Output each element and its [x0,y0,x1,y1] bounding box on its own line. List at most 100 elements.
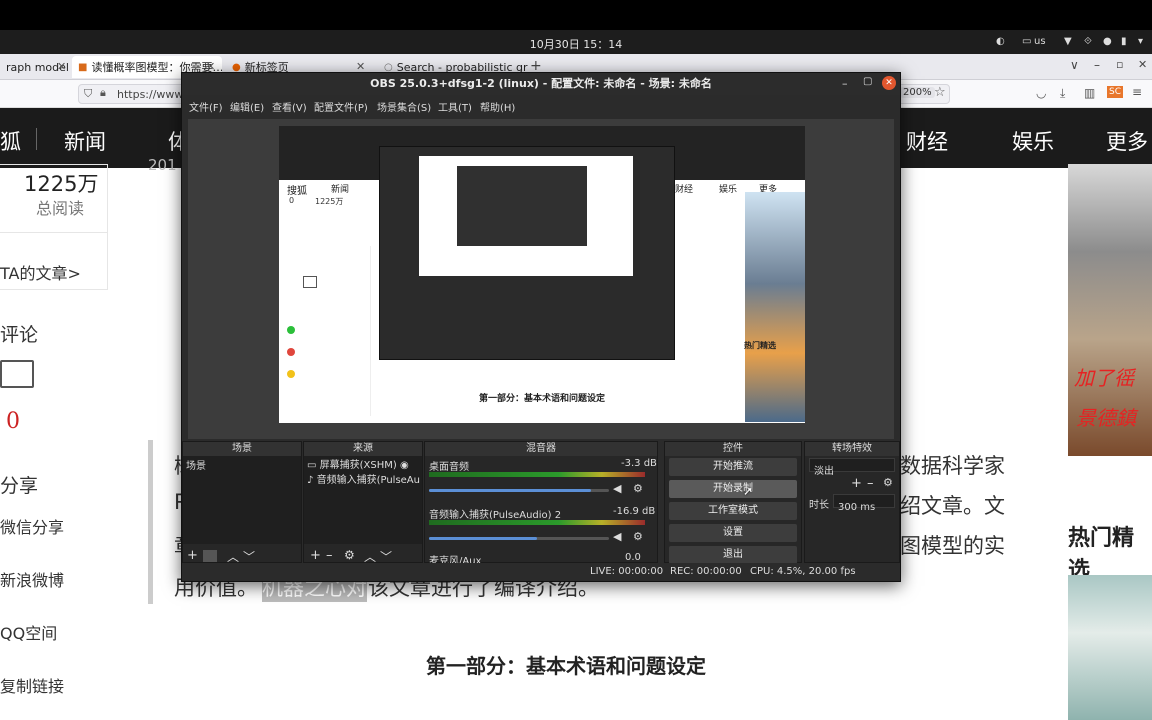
source-label: 屏幕捕获(XSHM) [319,460,397,471]
speaker-icon[interactable]: ◀︎ [613,482,621,495]
list-tabs-icon[interactable]: ∨ [1070,58,1079,72]
download-icon[interactable]: ⤓ [1060,86,1065,101]
quote-bar [148,440,153,604]
minimize-icon[interactable]: – [842,77,848,90]
menu-help[interactable]: 帮助(H) [480,99,515,114]
share-wechat[interactable]: 微信分享 [0,514,64,538]
keyboard-icon[interactable]: ▭ [1022,36,1031,47]
duration-input[interactable]: 300 ms [833,494,895,513]
close-icon[interactable]: ✕ [882,76,896,90]
add-transition-button[interactable]: + [851,476,862,491]
nested-nav-ent: 娱乐 [719,185,738,195]
cpu-status: CPU: 4.5%, 20.00 fps [750,566,856,577]
zoom-level[interactable]: 200% [900,87,935,98]
source-item[interactable]: ♪ 音频输入捕获(PulseAu [304,471,422,486]
nested-obs-inner [457,166,587,246]
transition-select[interactable]: 淡出 [809,458,895,477]
remove-transition-button[interactable]: – [867,476,874,491]
nested-weibo-icon [287,348,295,356]
source-label: 音频输入捕获(PulseAu [316,475,420,486]
system-top-bar [0,0,1152,30]
menu-profile[interactable]: 配置文件(P) [314,99,368,114]
add-scene-button[interactable]: + [187,548,198,563]
accessibility-icon[interactable]: ◐ [996,36,1005,47]
section-title: 第一部分：基本术语和问题设定 [426,654,706,678]
power-menu-icon[interactable]: ▾ [1138,36,1143,47]
add-source-button[interactable]: + [310,548,321,563]
obs-title-bar[interactable]: OBS 25.0.3+dfsg1-2 (linux) - 配置文件: 未命名 -… [182,73,900,95]
share-copy-link[interactable]: 复制链接 [0,673,64,697]
remove-source-button[interactable]: – [326,548,333,563]
volume-slider[interactable] [429,537,609,540]
system-clock[interactable]: 10月30日 15：14 [0,36,1152,52]
article-text: 图模型的实 [900,534,1005,558]
extension-icon[interactable]: SC [1107,86,1123,98]
scene-item[interactable]: 场景 [183,456,301,473]
scenes-list[interactable]: 场景 [183,456,301,544]
menu-file[interactable]: 文件(F) [189,99,223,114]
source-item[interactable]: ▭ 屏幕捕获(XSHM) ◉ [304,456,422,471]
library-icon[interactable]: ▥ [1084,86,1095,100]
network-icon[interactable]: ⟐ [1084,36,1092,47]
studio-mode-button[interactable]: 工作室模式 [669,502,797,520]
keyboard-layout[interactable]: us [1034,36,1046,47]
hot-image[interactable] [1068,575,1152,720]
shield-icon[interactable]: ⛉ [84,87,92,101]
gear-icon[interactable]: ⚙ [633,482,643,495]
comment-label: 评论 [0,324,39,346]
nav-entertainment[interactable]: 娱乐 [1012,126,1054,156]
bookmark-star-icon[interactable]: ☆ [934,85,946,100]
comment-icon[interactable] [0,360,34,388]
sources-list[interactable]: ▭ 屏幕捕获(XSHM) ◉ ♪ 音频输入捕获(PulseAu [304,456,422,544]
nested-ad-image [745,192,805,422]
gear-icon[interactable]: ⚙ [883,476,893,489]
controls-title: 控件 [665,442,801,456]
sohu-logo[interactable]: 狐 [0,126,21,156]
lock-icon[interactable]: 🔒︎ [100,86,106,100]
menu-view[interactable]: 查看(V) [272,99,307,114]
preview-canvas[interactable]: 搜狐 新闻 财经 娱乐 更多 0 1225万 热门精选 第一部分：基本术语和问题… [279,126,805,423]
ad-text: 景德鎮 [1076,406,1136,430]
start-recording-button[interactable]: 开始录制 [669,480,797,498]
microphone-icon: ♪ [307,475,314,486]
settings-button[interactable]: 设置 [669,524,797,542]
wifi-icon[interactable]: ▼ [1064,36,1072,47]
channel-db: -3.3 dB [621,458,657,469]
share-qzone[interactable]: QQ空间 [0,620,57,644]
restore-icon[interactable]: ▫ [1116,58,1123,71]
battery-icon[interactable]: ▮ [1121,36,1127,47]
maximize-icon[interactable]: ▢ [863,76,872,87]
menu-icon[interactable]: ≡ [1132,85,1142,99]
menu-scene-collection[interactable]: 场景集合(S) [377,99,431,114]
pocket-icon[interactable]: ◡ [1036,86,1046,100]
close-icon[interactable]: ✕ [57,60,66,73]
gear-icon[interactable]: ⚙ [633,530,643,543]
menu-tools[interactable]: 工具(T) [438,99,472,114]
nav-more[interactable]: 更多 [1106,126,1148,156]
nested-stat: 1225万 [315,197,344,206]
exit-button[interactable]: 退出 [669,546,797,564]
ta-articles-link[interactable]: TA的文章> [0,260,81,284]
nested-logo: 搜狐 [287,186,307,197]
comment-count[interactable]: 0 [6,409,20,434]
obs-status-bar: LIVE: 00:00:00 REC: 00:00:00 CPU: 4.5%, … [182,563,900,581]
nested-comment-icon [303,276,317,288]
minimize-icon[interactable]: – [1094,58,1100,72]
start-streaming-button[interactable]: 开始推流 [669,458,797,476]
share-weibo[interactable]: 新浪微博 [0,567,64,591]
speaker-icon[interactable]: ◀︎ [613,530,621,543]
sources-dock: 来源 ▭ 屏幕捕获(XSHM) ◉ ♪ 音频输入捕获(PulseAu + – ⚙… [303,441,423,564]
nested-nav-news: 新闻 [331,185,350,195]
article-text: 绍文章。文 [900,494,1005,518]
nav-finance[interactable]: 财经 [906,126,948,156]
microphone-icon[interactable]: ● [1103,36,1112,47]
gear-icon[interactable]: ⚙ [344,548,355,562]
volume-slider[interactable] [429,489,609,492]
menu-edit[interactable]: 编辑(E) [230,99,264,114]
nav-news[interactable]: 新闻 [64,126,106,156]
eye-icon[interactable]: ◉ [400,460,409,471]
close-window-icon[interactable]: ✕ [1138,58,1147,71]
remove-scene-button[interactable] [203,550,217,562]
volume-fill [429,489,591,492]
nested-hot-title: 热门精选 [744,341,776,350]
